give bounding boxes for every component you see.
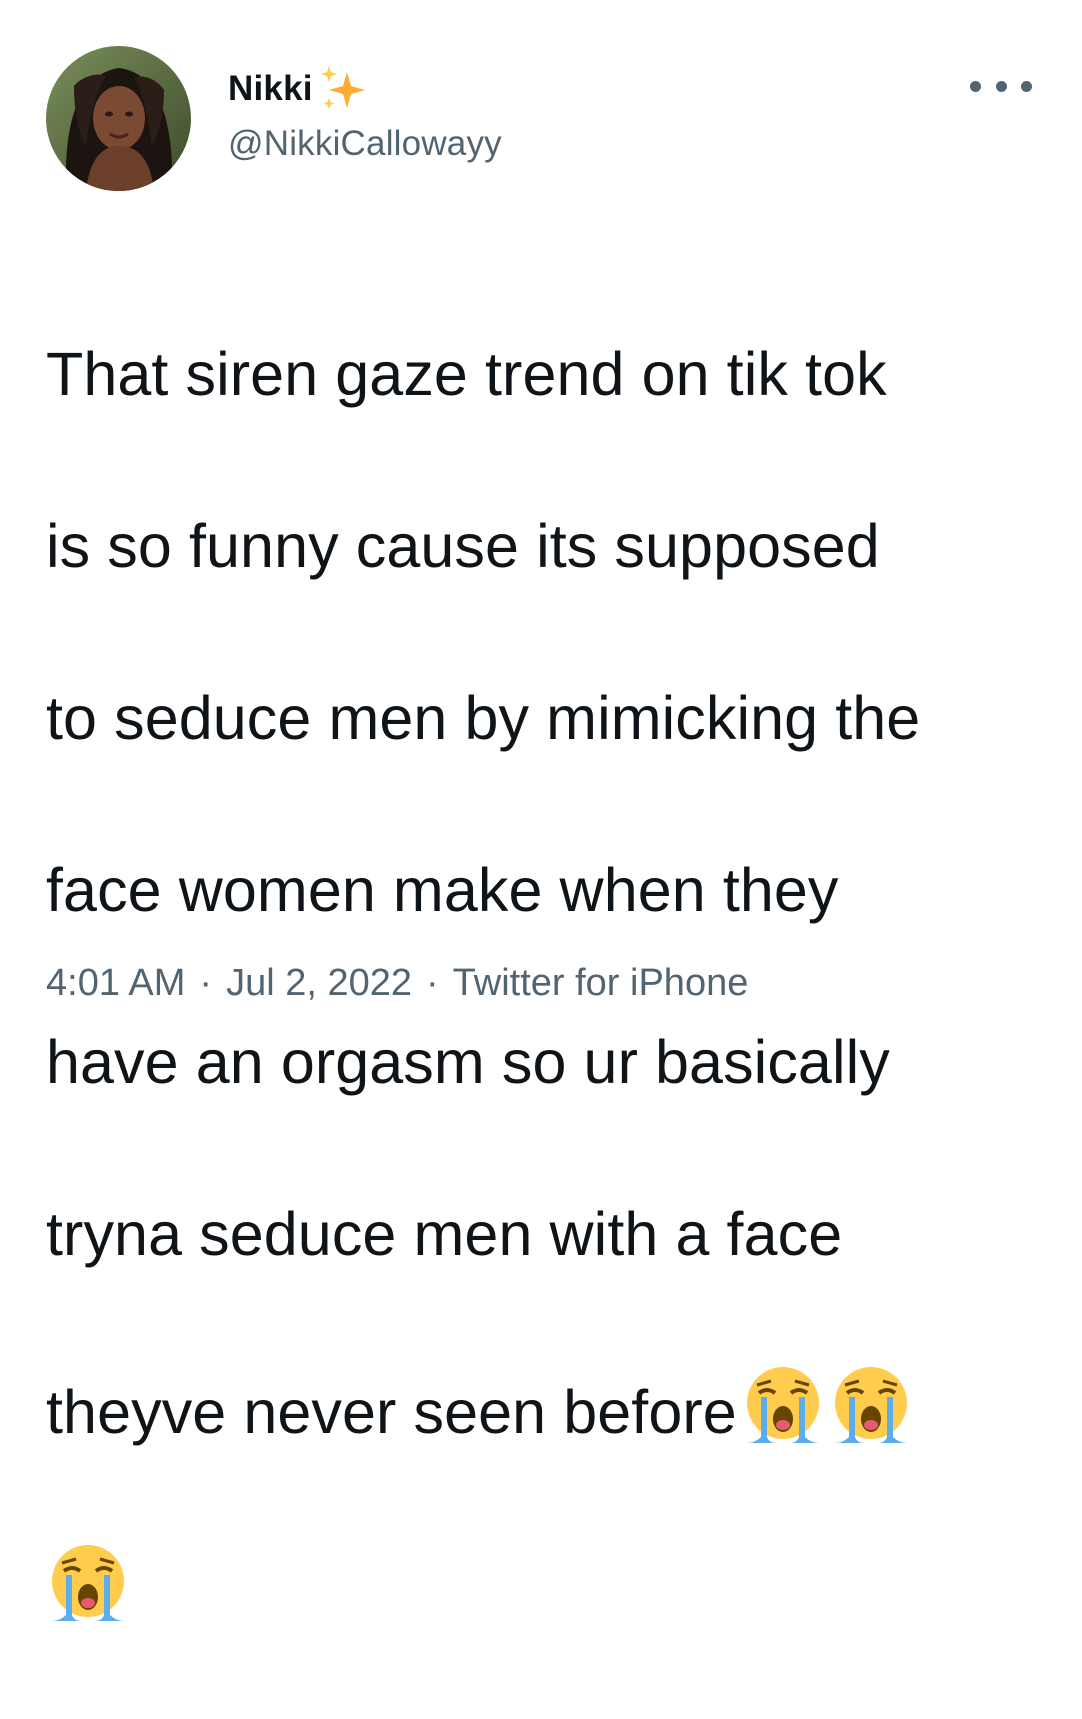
avatar-image [46, 46, 191, 191]
more-options-button[interactable] [970, 68, 1032, 104]
tweet-card: Nikki @NikkiCallowayy That siren gaze tr… [0, 0, 1082, 1621]
tweet-text-line-with-emoji: theyve never seen before [46, 1363, 1056, 1455]
tweet-text-line: That siren gaze trend on tik tok [46, 340, 887, 408]
avatar[interactable] [46, 46, 191, 191]
tweet-time[interactable]: 4:01 AM [46, 962, 185, 1005]
sparkles-icon [317, 64, 369, 114]
tweet-text-line: tryna seduce men with a face [46, 1200, 843, 1268]
tweet-metadata: 4:01 AM · Jul 2, 2022 · Twitter for iPho… [46, 962, 748, 1005]
tweet-text-line: have an orgasm so ur basically [46, 1028, 890, 1096]
tweet-text-line: theyve never seen before [46, 1378, 737, 1446]
meta-separator: · [199, 962, 213, 1004]
meta-separator: · [426, 962, 439, 1004]
loudly-crying-face-icon [46, 1541, 130, 1625]
tweet-text-emoji-line [46, 1541, 1056, 1633]
tweet-source-link[interactable]: Twitter for iPhone [453, 962, 749, 1005]
more-horizontal-icon-dot [995, 80, 1007, 92]
loudly-crying-face-icon [741, 1363, 825, 1447]
loudly-crying-face-icon [829, 1363, 913, 1447]
tweet-text-line: face women make when they [46, 856, 839, 924]
more-horizontal-icon-dot [1021, 80, 1032, 92]
more-horizontal-icon [970, 80, 981, 92]
tweet-date[interactable]: Jul 2, 2022 [226, 962, 412, 1005]
tweet-text-line: is so funny cause its supposed [46, 512, 880, 580]
display-name[interactable]: Nikki [228, 69, 313, 109]
author-handle[interactable]: @NikkiCallowayy [228, 124, 502, 164]
author-name-row: Nikki [228, 64, 369, 114]
tweet-text-line: to seduce men by mimicking the [46, 684, 921, 752]
